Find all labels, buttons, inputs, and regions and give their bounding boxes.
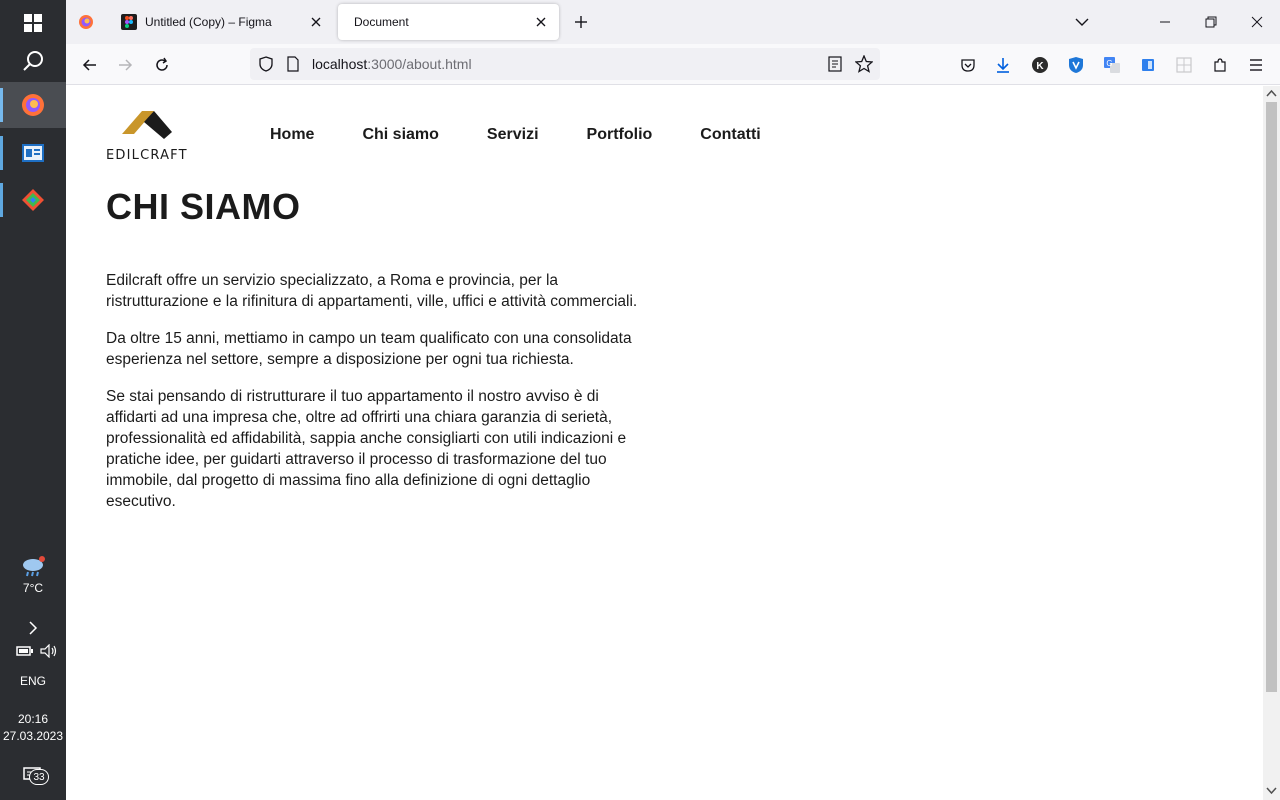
nav-link-portfolio[interactable]: Portfolio (587, 126, 653, 144)
new-tab-button[interactable] (569, 10, 593, 34)
close-icon (1251, 16, 1263, 28)
pocket-button[interactable] (956, 53, 980, 77)
downloads-button[interactable] (991, 53, 1015, 77)
restore-icon (1205, 16, 1217, 28)
download-icon (997, 58, 1009, 73)
navigation-toolbar: localhost:3000/about.html K G (66, 44, 1280, 85)
weather-widget[interactable] (0, 548, 66, 584)
firefox-icon (79, 15, 93, 29)
system-tray (16, 644, 58, 658)
minimize-button[interactable] (1153, 10, 1177, 34)
scroll-thumb[interactable] (1266, 102, 1277, 692)
about-paragraph: Edilcraft offre un servizio specializzat… (106, 272, 638, 310)
clock-date[interactable]: 27.03.2023 (0, 729, 66, 743)
extension-shield-button[interactable] (1064, 53, 1088, 77)
url-path: :3000/about.html (367, 56, 472, 72)
book-icon (1142, 59, 1154, 71)
url-host: localhost (312, 56, 368, 72)
chevron-right-icon (29, 621, 38, 635)
pocket-icon (961, 59, 975, 72)
page-icon[interactable] (286, 56, 300, 72)
app-window-icon (22, 144, 44, 162)
reload-icon (156, 57, 168, 71)
logo-text: EDILCRAFT (106, 148, 188, 163)
about-paragraph: Da oltre 15 anni, mettiamo in campo un t… (106, 330, 632, 368)
nav-link-servizi[interactable]: Servizi (487, 126, 539, 144)
shield-icon[interactable] (258, 56, 274, 72)
extension-book-button[interactable] (1136, 53, 1160, 77)
notification-center-button[interactable]: 33 (0, 758, 66, 794)
url-text[interactable]: localhost:3000/about.html (312, 56, 472, 72)
battery-icon[interactable] (16, 644, 34, 658)
grid-icon (1176, 57, 1192, 73)
address-bar[interactable]: localhost:3000/about.html (250, 48, 880, 80)
page-title: CHI SIAMO (106, 186, 301, 227)
translate-extension-button[interactable]: G (1100, 53, 1124, 77)
arrow-right-icon (119, 59, 133, 71)
git-app-icon (22, 189, 44, 211)
tab-strip: Untitled (Copy) – Figma Document (66, 0, 1280, 44)
firefox-icon (22, 94, 44, 116)
close-window-button[interactable] (1245, 10, 1269, 34)
vpn-shield-icon (1069, 57, 1083, 73)
svg-text:G: G (1106, 59, 1112, 68)
extension-k-icon: K (1032, 57, 1048, 73)
nav-link-contatti[interactable]: Contatti (700, 126, 760, 144)
plus-icon (575, 16, 587, 28)
search-icon (23, 51, 43, 71)
scroll-up-arrow-icon[interactable] (1266, 89, 1277, 97)
nav-link-home[interactable]: Home (270, 126, 314, 144)
taskbar: 7°C ENG 20:16 27.03.2023 33 (0, 0, 66, 800)
nav-link-chi-siamo[interactable]: Chi siamo (362, 126, 438, 144)
puzzle-icon (1214, 58, 1226, 72)
minimize-icon (1160, 21, 1170, 23)
about-paragraph: Se stai pensando di ristrutturare il tuo… (106, 388, 627, 510)
scroll-down-arrow-icon[interactable] (1266, 787, 1277, 795)
list-all-tabs-button[interactable] (1070, 10, 1094, 34)
site-logo[interactable]: EDILCRAFT (106, 110, 192, 163)
notification-count-badge: 33 (29, 769, 49, 785)
tab-document[interactable]: Document (338, 4, 559, 40)
tab-title: Document (354, 15, 409, 29)
extensions-button[interactable] (1208, 53, 1232, 77)
page-viewport: EDILCRAFT Home Chi siamo Servizi Portfol… (66, 86, 1263, 800)
windows-icon (24, 14, 42, 32)
close-tab-icon[interactable] (533, 14, 549, 30)
show-hidden-icons-button[interactable] (0, 616, 66, 640)
chevron-down-icon (1075, 18, 1089, 26)
extension-grid-button[interactable] (1172, 53, 1196, 77)
main-navigation: Home Chi siamo Servizi Portfolio Contatt… (270, 126, 809, 144)
language-indicator[interactable]: ENG (0, 674, 66, 688)
bookmark-star-icon[interactable] (855, 55, 873, 73)
hamburger-menu-icon (1250, 59, 1262, 71)
taskbar-firefox[interactable] (0, 82, 66, 128)
forward-button[interactable] (113, 53, 137, 77)
search-button[interactable] (0, 38, 66, 84)
close-tab-icon[interactable] (308, 14, 324, 30)
vertical-scrollbar[interactable] (1263, 86, 1280, 800)
weather-temperature: 7°C (22, 581, 44, 595)
reader-view-icon[interactable] (828, 56, 842, 72)
translate-icon: G (1104, 57, 1120, 73)
arrow-left-icon (82, 59, 96, 71)
taskbar-git-app[interactable] (0, 177, 66, 223)
back-button[interactable] (78, 53, 102, 77)
volume-icon[interactable] (40, 644, 58, 658)
taskbar-app-window[interactable] (0, 130, 66, 176)
extension-k-button[interactable]: K (1028, 53, 1052, 77)
tab-firefox-view[interactable] (74, 4, 98, 40)
tab-figma[interactable]: Untitled (Copy) – Figma (112, 4, 334, 40)
svg-text:K: K (1036, 61, 1044, 72)
weather-rain-icon (23, 556, 45, 577)
reload-button[interactable] (150, 53, 174, 77)
tab-title: Untitled (Copy) – Figma (145, 15, 272, 29)
app-menu-button[interactable] (1244, 53, 1268, 77)
roof-logo-icon (122, 111, 172, 139)
clock-time[interactable]: 20:16 (0, 712, 66, 726)
figma-icon (121, 14, 137, 30)
restore-button[interactable] (1199, 10, 1223, 34)
about-content: Edilcraft offre un servizio specializzat… (106, 270, 646, 528)
